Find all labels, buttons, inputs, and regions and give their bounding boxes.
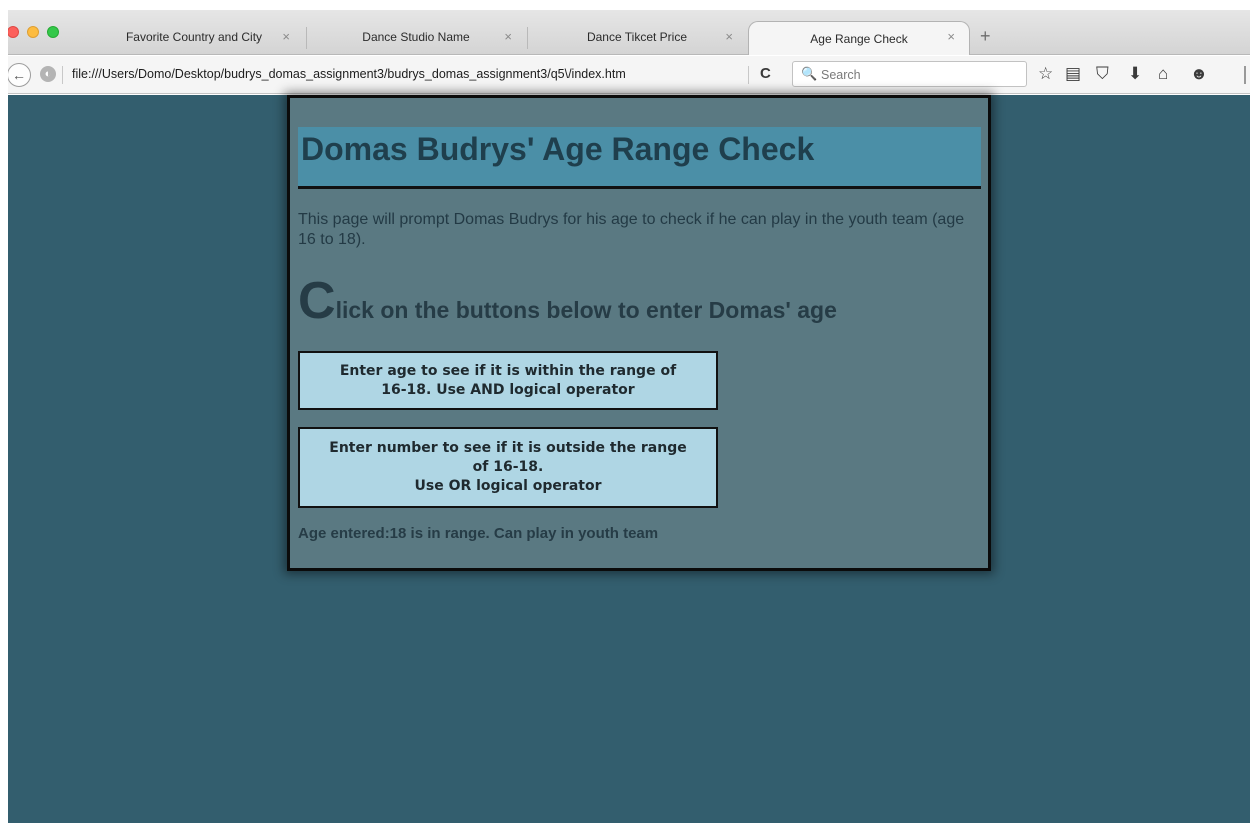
navigation-toolbar: ← ◐ file:///Users/Domo/Desktop/budrys_do… [0, 56, 1250, 94]
heading-text: lick on the buttons below to enter Domas… [335, 297, 837, 323]
instructions-heading: Click on the buttons below to enter Doma… [298, 275, 837, 327]
intro-text: This page will prompt Domas Budrys for h… [298, 211, 965, 248]
zoom-window-button[interactable] [47, 26, 59, 38]
close-window-button[interactable] [7, 26, 19, 38]
button-label: Enter number to see if it is outside the… [329, 440, 687, 494]
url-divider [62, 66, 63, 84]
reload-icon[interactable]: C [760, 65, 771, 82]
tab-label: Favorite Country and City [125, 30, 263, 44]
hello-icon[interactable]: ☻ [1190, 64, 1208, 84]
minimize-window-button[interactable] [27, 26, 39, 38]
and-operator-button[interactable]: Enter age to see if it is within the ran… [298, 351, 718, 410]
reading-list-icon[interactable]: ▤ [1065, 64, 1081, 84]
tab-label: Age Range Check [810, 31, 908, 46]
download-icon[interactable]: ⬇ [1128, 64, 1142, 84]
tab-bar: Favorite Country and City × Dance Studio… [0, 10, 1250, 55]
drop-cap: C [298, 272, 336, 330]
page-viewport: Domas Budrys' Age Range Check This page … [8, 95, 1250, 823]
search-icon: 🔍 [801, 66, 818, 81]
close-icon[interactable]: × [947, 29, 955, 44]
pocket-icon[interactable]: ⛉ [1096, 64, 1109, 84]
url-bar[interactable]: file:///Users/Domo/Desktop/budrys_domas_… [72, 67, 626, 81]
or-operator-button[interactable]: Enter number to see if it is outside the… [298, 427, 718, 508]
search-input[interactable]: 🔍 Search [792, 61, 1027, 87]
url-divider [748, 66, 749, 84]
button-label: Enter age to see if it is within the ran… [339, 362, 677, 398]
close-icon[interactable]: × [282, 29, 290, 44]
result-text: Age entered:18 is in range. Can play in … [298, 525, 659, 542]
page-title: Domas Budrys' Age Range Check [301, 131, 815, 167]
title-banner: Domas Budrys' Age Range Check [298, 127, 981, 189]
tab-dance-ticket-price[interactable]: Dance Tikcet Price × [527, 22, 747, 52]
back-arrow-icon: ← [12, 67, 26, 83]
overflow-menu-icon[interactable] [1244, 66, 1246, 84]
search-placeholder: Search [821, 68, 861, 82]
tab-label: Dance Tikcet Price [586, 30, 688, 44]
close-icon[interactable]: × [725, 29, 733, 44]
window-left-edge [0, 10, 8, 823]
tab-favorite-country-city[interactable]: Favorite Country and City × [84, 22, 304, 52]
tab-label: Dance Studio Name [362, 30, 470, 44]
tab-dance-studio-name[interactable]: Dance Studio Name × [306, 22, 526, 52]
new-tab-button[interactable]: + [980, 26, 991, 47]
close-icon[interactable]: × [504, 29, 512, 44]
window-top-edge [0, 0, 1250, 10]
back-button[interactable]: ← [7, 63, 31, 87]
home-icon[interactable]: ⌂ [1158, 64, 1168, 84]
tab-age-range-check[interactable]: Age Range Check × [748, 21, 970, 55]
bookmark-star-icon[interactable]: ☆ [1038, 64, 1053, 84]
site-identity-icon[interactable]: ◐ [40, 66, 56, 82]
content-card: Domas Budrys' Age Range Check This page … [287, 95, 991, 571]
